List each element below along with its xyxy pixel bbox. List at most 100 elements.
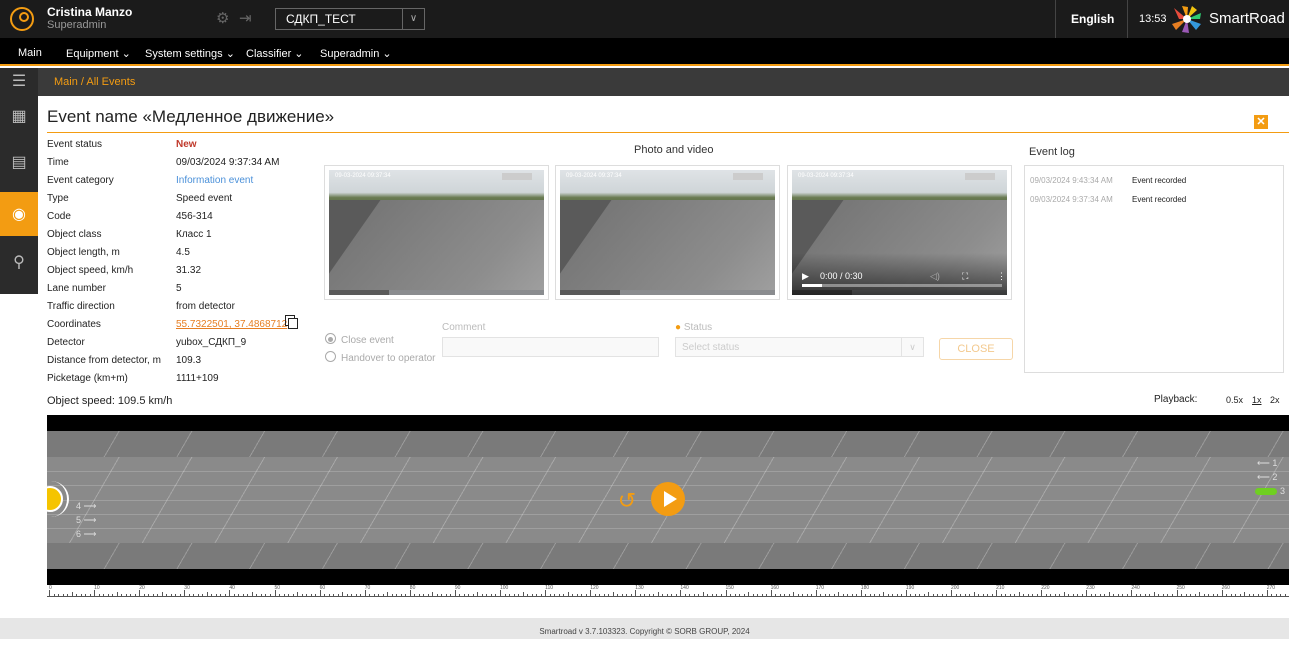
ruler-tick	[342, 592, 344, 596]
fullscreen-icon[interactable]: ⛶	[962, 271, 968, 282]
close-button[interactable]: CLOSE	[939, 338, 1013, 360]
volume-icon[interactable]: ◁)	[930, 271, 940, 282]
ruler-tick	[333, 594, 335, 596]
prop-value: Класс 1	[176, 229, 212, 240]
status-select[interactable]: Select status ∨	[675, 337, 924, 357]
ruler-tick	[170, 594, 172, 596]
ruler-tick	[468, 594, 470, 596]
ruler-tick	[662, 594, 664, 596]
ruler-tick	[1262, 594, 1264, 596]
distance-ruler: 0 10 20 30 40 50 60 70 80 90 100 110 120 130 140 150 160…	[47, 585, 1289, 597]
ruler-tick	[179, 594, 181, 596]
ruler-tick	[1190, 594, 1192, 596]
ruler-tick	[58, 594, 60, 596]
more-options-icon[interactable]: ⋮	[997, 271, 1006, 282]
ruler-tick	[1140, 594, 1142, 596]
play-button[interactable]	[651, 482, 685, 516]
object-speed-note: Object speed: 109.5 km/h	[47, 395, 173, 407]
ruler-tick	[130, 594, 132, 596]
ruler-tick	[734, 594, 736, 596]
language-switch[interactable]: English	[1071, 12, 1114, 26]
ruler-tick	[143, 594, 145, 596]
page-title: Event name «Медленное движение»	[47, 107, 335, 126]
ruler-tick	[680, 590, 682, 596]
playback-speed-1x[interactable]: 1x	[1252, 395, 1262, 405]
events-icon[interactable]: ◉	[0, 192, 38, 236]
logout-icon[interactable]: ⇥	[239, 11, 255, 27]
playback-speed-2x[interactable]: 2x	[1270, 395, 1280, 405]
ruler-tick	[1275, 594, 1277, 596]
event-video[interactable]: 09-03-2024 09:37:34 ▶ 0:00 / 0:30 ◁) ⛶ ⋮	[787, 165, 1012, 300]
ruler-tick	[928, 592, 930, 596]
ruler-tick	[161, 592, 163, 596]
user-name[interactable]: Cristina Manzo	[47, 5, 132, 19]
ruler-tick	[1271, 594, 1273, 596]
video-progress-bar[interactable]	[802, 284, 1002, 287]
playback-speed-0-5x[interactable]: 0.5x	[1226, 395, 1243, 405]
event-photo[interactable]: 09-03-2024 09:37:34	[324, 165, 549, 300]
log-entry-text: Event recorded	[1132, 176, 1187, 185]
gear-icon[interactable]: ⚙	[216, 11, 232, 27]
ruler-tick	[418, 594, 420, 596]
breadcrumb[interactable]: Main / All Events	[38, 68, 1289, 96]
network-icon[interactable]: ⚲	[0, 240, 38, 284]
nav-superadmin[interactable]: Superadmin ⌄	[320, 47, 392, 60]
ruler-tick	[378, 594, 380, 596]
ruler-tick	[337, 594, 339, 596]
ruler-tick	[878, 594, 880, 596]
ruler-tick	[901, 594, 903, 596]
ruler-tick	[666, 594, 668, 596]
nav-classifier[interactable]: Classifier ⌄	[246, 47, 304, 60]
ruler-tick	[1099, 594, 1101, 596]
ruler-tick	[315, 594, 317, 596]
play-icon[interactable]: ▶	[802, 271, 809, 282]
ruler-tick	[996, 590, 998, 596]
ruler-tick	[1176, 590, 1178, 596]
close-event-radio[interactable]: Close event	[325, 333, 394, 346]
lane-label: ⟵ 1	[1257, 458, 1278, 468]
nav-system-settings[interactable]: System settings ⌄	[145, 47, 235, 60]
ruler-tick	[671, 594, 673, 596]
ruler-tick	[405, 594, 407, 596]
ruler-tick	[779, 594, 781, 596]
ruler-tick	[608, 594, 610, 596]
ruler-tick	[351, 594, 353, 596]
report-icon[interactable]: ▤	[0, 140, 38, 184]
ruler-label: 200	[951, 585, 960, 591]
ruler-tick	[937, 594, 939, 596]
replay-icon[interactable]: ↺	[616, 490, 638, 512]
comment-input[interactable]	[442, 337, 659, 357]
close-icon[interactable]: ✕	[1254, 115, 1268, 129]
project-select[interactable]: СДКП_ТЕСТ ∨	[275, 8, 425, 30]
ruler-label: 230	[1086, 585, 1095, 591]
ruler-tick	[432, 592, 434, 596]
nav-main[interactable]: Main	[18, 47, 42, 59]
ruler-tick	[991, 594, 993, 596]
ruler-label: 270	[1266, 585, 1276, 591]
hamburger-menu-icon[interactable]: ☰	[0, 70, 38, 92]
ruler-tick	[265, 594, 267, 596]
handover-radio[interactable]: Handover to operator	[325, 351, 436, 364]
lane-number: 4	[76, 501, 82, 511]
ruler-tick	[567, 592, 569, 596]
ruler-tick	[960, 594, 962, 596]
map-icon[interactable]: ▦	[0, 94, 38, 138]
ruler-tick	[450, 594, 452, 596]
prop-label: Object class	[47, 229, 102, 240]
nav-equipment[interactable]: Equipment ⌄	[66, 47, 131, 60]
copy-icon[interactable]	[285, 315, 298, 329]
user-avatar-icon[interactable]	[10, 7, 34, 31]
vehicle-marker[interactable]	[1255, 488, 1277, 495]
ruler-tick	[955, 594, 957, 596]
ruler-tick	[1217, 594, 1219, 596]
ruler-tick	[838, 592, 840, 596]
ruler-tick	[711, 594, 713, 596]
ruler-tick	[1203, 594, 1205, 596]
ruler-tick	[693, 594, 695, 596]
event-photo[interactable]: 09-03-2024 09:37:34	[555, 165, 780, 300]
main-nav: Main Equipment ⌄ System settings ⌄ Class…	[0, 38, 1289, 66]
prop-value: Speed event	[176, 193, 233, 204]
coordinates-link[interactable]: 55.7322501, 37.4868712	[176, 319, 287, 330]
ruler-tick	[1221, 590, 1223, 596]
ruler-tick	[558, 594, 560, 596]
